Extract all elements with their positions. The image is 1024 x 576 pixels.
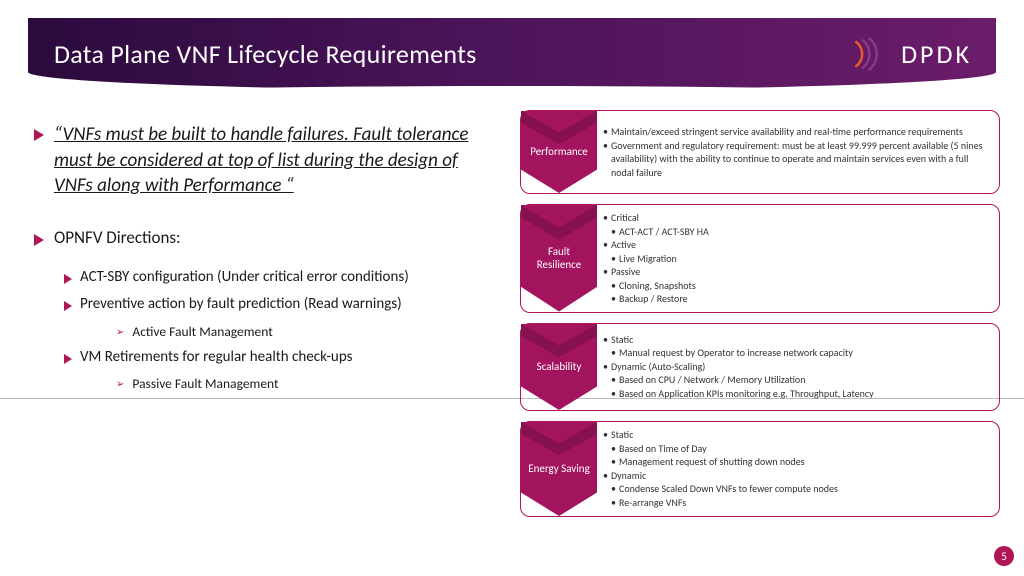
direction-subitem: Passive Fault Management: [132, 375, 278, 392]
dpdk-logo: DPDK: [847, 33, 972, 75]
bullet-icon: [34, 234, 44, 246]
card-label: Fault Resilience: [521, 205, 597, 312]
bullet-icon: [64, 354, 72, 364]
card-bullet: Active: [603, 238, 991, 252]
card-label: Energy Saving: [521, 422, 597, 516]
logo-text: DPDK: [901, 38, 972, 70]
card-bullet: Static: [603, 333, 991, 347]
card-bullet: Based on Application KPIs monitoring e.g…: [603, 387, 991, 401]
title-banner: Data Plane VNF Lifecycle Requirements DP…: [28, 18, 996, 90]
bullet-icon: [64, 274, 72, 284]
direction-item: Preventive action by fault prediction (R…: [80, 295, 402, 315]
directions-heading: OPNFV Directions:: [54, 227, 181, 248]
bullet-icon: [34, 129, 44, 141]
card-performance: Performance Maintain/exceed stringent se…: [520, 110, 1000, 194]
card-bullet: Manual request by Operator to increase n…: [603, 346, 991, 360]
direction-subitem: Active Fault Management: [132, 323, 272, 340]
card-bullet: Critical: [603, 211, 991, 225]
card-bullet: Cloning, Snapshots: [603, 279, 991, 293]
direction-item: ACT-SBY configuration (Under critical er…: [80, 268, 409, 288]
left-column: “VNFs must be built to handle failures. …: [34, 122, 484, 400]
dpdk-arc-icon: [847, 33, 889, 75]
quote-text: “VNFs must be built to handle failures. …: [54, 122, 484, 199]
page-title: Data Plane VNF Lifecycle Requirements: [54, 38, 477, 70]
right-column: Performance Maintain/exceed stringent se…: [520, 110, 1000, 527]
card-scalability: Scalability Static Manual request by Ope…: [520, 323, 1000, 411]
card-bullet: Backup / Restore: [603, 292, 991, 306]
page-number-badge: 5: [994, 546, 1014, 566]
direction-item: VM Retirements for regular health check-…: [80, 348, 353, 368]
bullet-icon: [64, 301, 72, 311]
card-bullet: Based on Time of Day: [603, 442, 991, 456]
card-bullet: ACT-ACT / ACT-SBY HA: [603, 225, 991, 239]
card-label: Performance: [521, 111, 597, 193]
card-bullet: Re-arrange VNFs: [603, 496, 991, 510]
card-label: Scalability: [521, 324, 597, 410]
card-bullet: Live Migration: [603, 252, 991, 266]
card-bullet: Condense Scaled Down VNFs to fewer compu…: [603, 482, 991, 496]
card-bullet: Dynamic: [603, 469, 991, 483]
card-bullet: Management request of shutting down node…: [603, 455, 991, 469]
card-bullet: Passive: [603, 265, 991, 279]
card-fault-resilience: Fault Resilience Critical ACT-ACT / ACT-…: [520, 204, 1000, 313]
card-bullet: Static: [603, 428, 991, 442]
chevron-right-icon: ➢: [116, 325, 124, 338]
card-bullet: Maintain/exceed stringent service availa…: [603, 125, 991, 139]
card-bullet: Based on CPU / Network / Memory Utilizat…: [603, 373, 991, 387]
card-energy-saving: Energy Saving Static Based on Time of Da…: [520, 421, 1000, 517]
card-bullet: Dynamic (Auto-Scaling): [603, 360, 991, 374]
card-bullet: Government and regulatory requirement: m…: [603, 139, 991, 180]
chevron-right-icon: ➢: [116, 377, 124, 390]
